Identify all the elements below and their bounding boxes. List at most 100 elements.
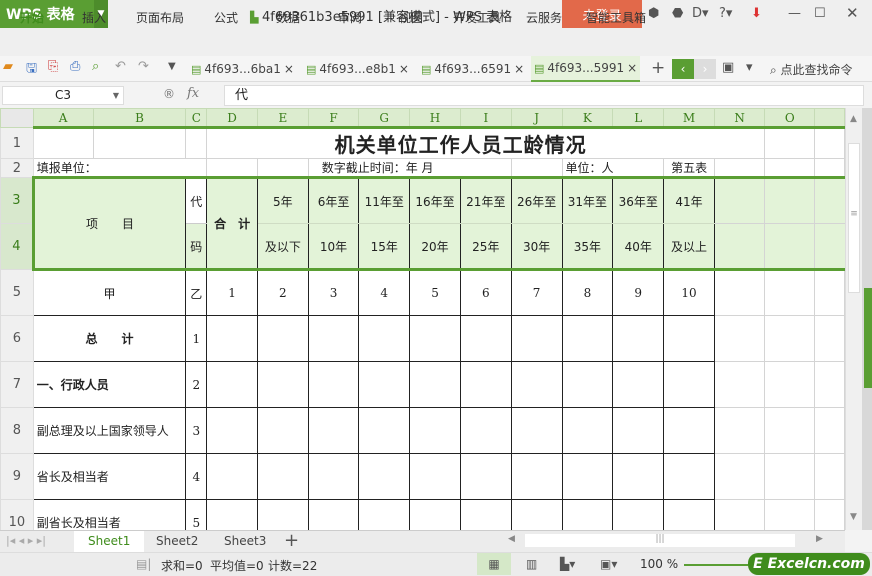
eye-protect-icon[interactable]: ▣▾ <box>600 557 617 571</box>
select-all-corner[interactable] <box>0 108 34 128</box>
sheet-tab-sheet3[interactable]: Sheet3 <box>210 531 280 552</box>
close-tab-icon[interactable]: × <box>627 61 637 75</box>
column-header[interactable]: O <box>764 108 816 128</box>
side-panel-strip[interactable] <box>862 108 872 530</box>
data-cell[interactable] <box>561 499 614 530</box>
data-cell[interactable] <box>561 361 614 408</box>
doc-tab[interactable]: ▤ 4f693...e8b1 × <box>303 56 412 82</box>
row-header[interactable]: 3 <box>0 177 34 224</box>
number-cell[interactable]: 8 <box>561 269 614 316</box>
cell[interactable] <box>764 361 816 408</box>
data-cell[interactable] <box>612 453 665 500</box>
cell[interactable] <box>764 407 816 454</box>
item-cell[interactable]: 副总理及以上国家领导人 <box>32 407 187 454</box>
minimize-icon[interactable]: — <box>788 6 801 21</box>
range-header-bottom[interactable]: 15年 <box>358 223 411 271</box>
total-header[interactable]: 合 计 <box>206 176 258 271</box>
number-cell[interactable]: 10 <box>663 269 715 316</box>
row-header[interactable]: 7 <box>0 361 34 408</box>
tab-page-layout[interactable]: 页面布局 <box>136 9 184 26</box>
cell[interactable] <box>764 269 816 316</box>
column-header[interactable]: M <box>663 108 715 128</box>
scroll-up-icon[interactable]: ▲ <box>850 114 857 124</box>
column-header[interactable]: H <box>409 108 461 128</box>
range-header-bottom[interactable]: 35年 <box>561 223 614 271</box>
range-header-bottom[interactable]: 10年 <box>307 223 360 271</box>
row-header[interactable]: 5 <box>0 269 34 316</box>
data-cell[interactable] <box>256 315 309 362</box>
data-cell[interactable] <box>612 361 665 408</box>
item-cell[interactable]: 副省长及相当者 <box>32 499 187 530</box>
data-cell[interactable] <box>459 315 512 362</box>
range-header-bottom[interactable]: 20年 <box>409 223 461 271</box>
data-cell[interactable] <box>459 499 512 530</box>
data-cell[interactable] <box>307 407 360 454</box>
sheet-title[interactable]: 机关单位工作人员工龄情况 <box>206 126 715 159</box>
data-cell[interactable] <box>409 453 461 500</box>
tab-home[interactable]: 开始 <box>20 9 44 26</box>
column-header[interactable]: N <box>713 108 766 128</box>
range-header-top[interactable]: 41年 <box>663 176 715 224</box>
data-cell[interactable] <box>612 499 665 530</box>
data-cell[interactable] <box>663 453 715 500</box>
vertical-scrollbar[interactable]: ▲ ≡ ▼ <box>845 108 862 530</box>
scroll-down-icon[interactable]: ▼ <box>850 512 857 522</box>
item-cell[interactable]: 省长及相当者 <box>32 453 187 500</box>
new-tab-icon[interactable]: + <box>651 58 665 78</box>
code-header-bottom[interactable]: 码 <box>185 223 208 271</box>
fill-unit-label[interactable]: 填报单位： <box>32 158 208 178</box>
data-cell[interactable] <box>663 315 715 362</box>
column-header[interactable] <box>814 108 845 128</box>
row-header[interactable]: 2 <box>0 158 34 178</box>
horizontal-scrollbar[interactable]: ◀ ||| ▶ <box>503 533 833 549</box>
close-icon[interactable]: ✕ <box>846 4 859 22</box>
present-icon[interactable]: ▣ <box>722 60 734 75</box>
sheet-tab-sheet2[interactable]: Sheet2 <box>142 531 212 552</box>
table-number[interactable]: 第五表 <box>663 158 715 178</box>
scroll-right-icon[interactable]: ▶ <box>816 534 823 544</box>
data-cell[interactable] <box>358 499 411 530</box>
code-cell[interactable]: 1 <box>185 315 208 362</box>
data-cell[interactable] <box>358 315 411 362</box>
data-cell[interactable] <box>206 407 258 454</box>
column-header[interactable]: E <box>256 108 309 128</box>
row-header[interactable]: 9 <box>0 453 34 500</box>
cell[interactable] <box>814 223 845 271</box>
print-preview-icon[interactable]: ⌕ <box>92 59 99 74</box>
code-cell[interactable]: 2 <box>185 361 208 408</box>
range-header-top[interactable]: 5年 <box>256 176 309 224</box>
cell[interactable] <box>814 453 845 500</box>
column-header[interactable]: I <box>459 108 512 128</box>
column-header[interactable]: B <box>92 108 187 128</box>
item-cell[interactable]: 总 计 <box>32 315 187 362</box>
number-cell[interactable]: 5 <box>409 269 461 316</box>
data-cell[interactable] <box>358 453 411 500</box>
data-cell[interactable] <box>663 407 715 454</box>
data-cell[interactable] <box>510 499 563 530</box>
item-cell[interactable]: 一、行政人员 <box>32 361 187 408</box>
number-cell[interactable]: 4 <box>358 269 411 316</box>
close-tab-icon[interactable]: × <box>284 62 294 76</box>
column-header[interactable]: G <box>358 108 411 128</box>
column-header[interactable]: K <box>561 108 614 128</box>
column-header[interactable]: J <box>510 108 563 128</box>
download-icon[interactable]: ⬇ <box>751 6 762 21</box>
code-cell[interactable]: 5 <box>185 499 208 530</box>
number-cell[interactable]: 1 <box>206 269 258 316</box>
range-header-bottom[interactable]: 30年 <box>510 223 563 271</box>
range-header-top[interactable]: 31年至 <box>561 176 614 224</box>
data-cell[interactable] <box>206 315 258 362</box>
print-icon[interactable]: ⎙ <box>70 59 80 74</box>
tab-insert[interactable]: 插入 <box>82 9 106 26</box>
normal-view-icon[interactable]: ▦ <box>477 553 511 575</box>
cell[interactable] <box>814 499 845 530</box>
skin-icon[interactable]: ⬢ <box>648 6 659 21</box>
number-cell[interactable]: 2 <box>256 269 309 316</box>
data-cell[interactable] <box>256 453 309 500</box>
scroll-left-icon[interactable]: ◀ <box>508 534 515 544</box>
cell[interactable] <box>713 499 766 530</box>
data-cell[interactable] <box>307 361 360 408</box>
item-header[interactable]: 项 目 <box>31 176 187 271</box>
open-icon[interactable]: ▰ <box>3 59 13 74</box>
code-cell[interactable]: 乙 <box>185 269 208 316</box>
